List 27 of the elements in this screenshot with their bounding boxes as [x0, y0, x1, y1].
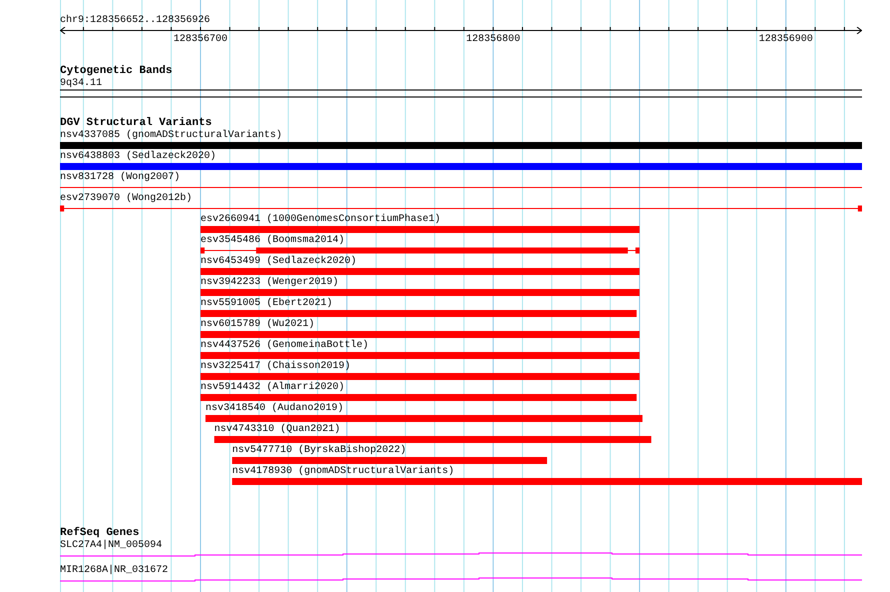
- variant-label: esv2739070 (Wong2012b): [60, 193, 192, 204]
- track-title: Cytogenetic Bands: [60, 65, 172, 78]
- variant-label: nsv831728 (Wong2007): [60, 172, 180, 183]
- variant-label: nsv6015789 (Wu2021): [200, 319, 315, 330]
- variant-label: nsv4743310 (Quan2021): [214, 424, 340, 435]
- ruler-tick-label: 128356800: [466, 34, 520, 46]
- track-title: RefSeq Genes: [60, 527, 140, 540]
- variant-label: nsv6453499 (Sedlazeck2020): [200, 256, 357, 267]
- variant-label: nsv5591005 (Ebert2021): [200, 298, 333, 309]
- variant-label: nsv5477710 (ByrskaBishop2022): [232, 445, 406, 456]
- gene-label: SLC27A4|NM_005094: [60, 540, 162, 551]
- location-label: chr9:128356652..128356926: [60, 15, 210, 27]
- ruler-tick-label: 128356700: [173, 34, 228, 46]
- variant-label: nsv4178930 (gnomADStructuralVariants): [232, 466, 454, 477]
- variant-label: nsv3225417 (Chaisson2019): [200, 361, 351, 372]
- variant-label: nsv5914432 (Almarri2020): [200, 382, 345, 393]
- band-label: 9q34.11: [60, 78, 102, 89]
- variant-label: nsv3942233 (Wenger2019): [200, 277, 339, 288]
- variant-label: nsv4337085 (gnomADStructuralVariants): [60, 130, 282, 141]
- variant-label: nsv3418540 (Audano2019): [205, 403, 344, 414]
- variant-label: nsv6438803 (Sedlazeck2020): [60, 151, 216, 162]
- ruler-tick-label: 128356900: [758, 34, 813, 46]
- variant-label: nsv4437526 (GenomeinaBottle): [200, 340, 369, 351]
- variant-label: esv3545486 (Boomsma2014): [200, 235, 345, 246]
- gene-label: MIR1268A|NR_031672: [60, 565, 168, 576]
- track-title: DGV Structural Variants: [60, 117, 212, 130]
- variant-label: esv2660941 (1000GenomesConsortiumPhase1): [200, 214, 441, 225]
